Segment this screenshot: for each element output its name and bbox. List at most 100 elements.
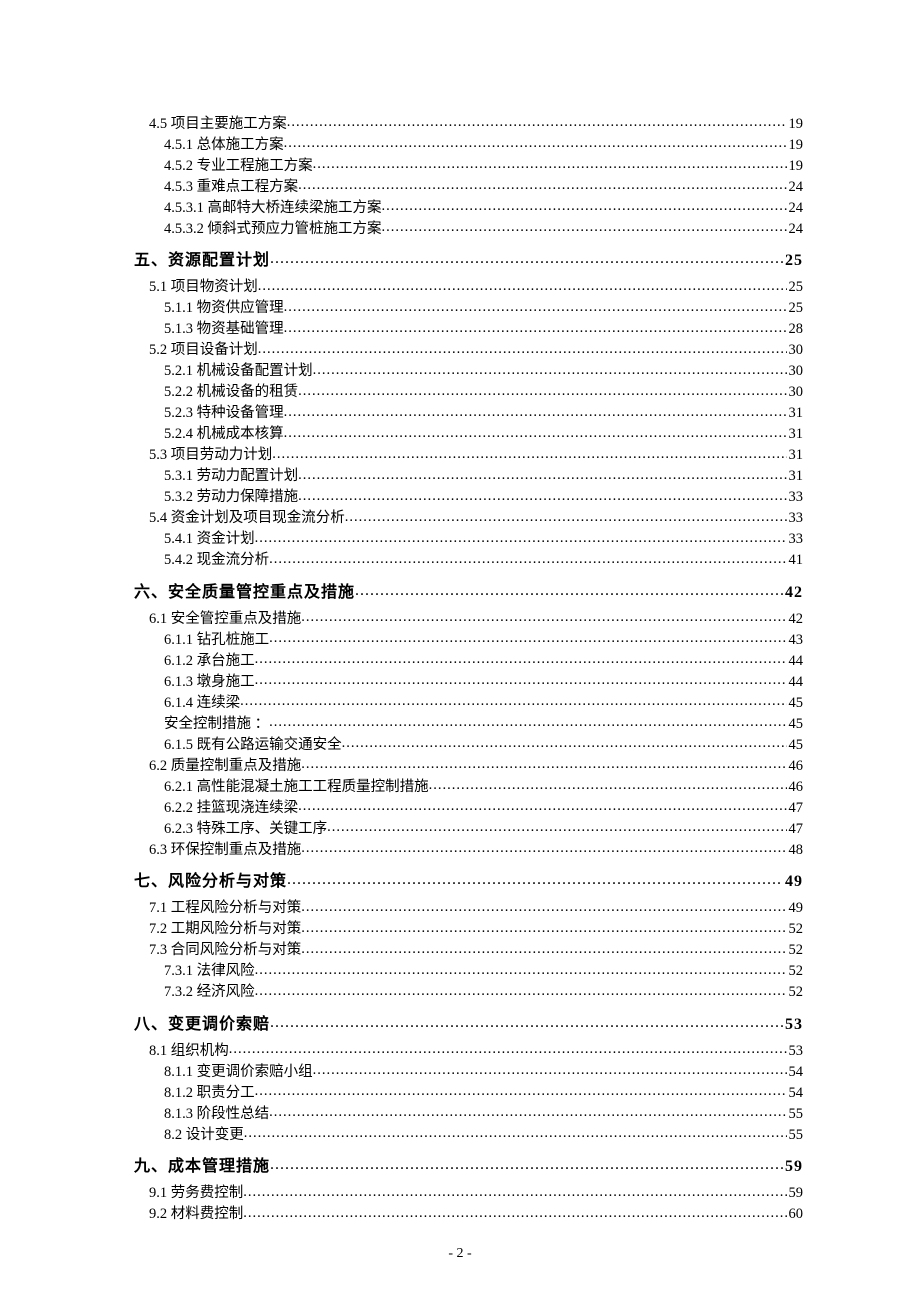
toc-entry-page: 46 [787,757,804,777]
toc-entry: 4.5.3 重难点工程方案24 [134,176,803,197]
toc-entry-page: 41 [787,551,804,571]
toc-entry-page: 52 [787,962,804,982]
toc-entry-page: 52 [787,920,804,940]
toc-entry-page: 31 [787,404,804,424]
toc-entry-title: 5.3.2 劳动力保障措施 [164,488,298,508]
toc-entry-title: 8.1.3 阶段性总结 [164,1105,269,1125]
toc-entry: 8.1.1 变更调价索赔小组54 [134,1061,803,1082]
toc-entry-page: 53 [783,1015,803,1035]
toc-entry-title: 4.5.3 重难点工程方案 [164,178,298,198]
toc-leader-dots [243,1204,786,1219]
toc-entry-title: 9.1 劳务费控制 [149,1184,243,1204]
toc-leader-dots [255,961,787,976]
table-of-contents: 4.5 项目主要施工方案194.5.1 总体施工方案194.5.2 专业工程施工… [134,113,803,1225]
toc-entry: 6.1.5 既有公路运输交通安全45 [134,734,803,755]
toc-leader-dots [298,466,786,481]
toc-entry-title: 7.3.2 经济风险 [164,983,255,1003]
toc-entry-title: 6.1.4 连续梁 [164,694,240,714]
toc-entry: 8.1 组织机构53 [134,1040,803,1061]
toc-entry-page: 44 [787,652,804,672]
toc-leader-dots [287,113,787,128]
toc-entry-title: 4.5 项目主要施工方案 [149,115,287,135]
toc-entry-title: 4.5.3.1 高邮特大桥连续梁施工方案 [164,199,382,219]
toc-entry: 5.2.1 机械设备配置计划30 [134,361,803,382]
toc-entry: 6.1.4 连续梁45 [134,692,803,713]
toc-entry-page: 44 [787,673,804,693]
toc-leader-dots [269,1103,786,1118]
toc-entry-page: 28 [787,320,804,340]
toc-entry: 5.3.2 劳动力保障措施 33 [134,487,803,508]
toc-entry-title: 9.2 材料费控制 [149,1205,243,1225]
toc-leader-dots [342,734,787,749]
toc-entry-title: 6.2.1 高性能混凝土施工工程质量控制措施 [164,778,429,798]
toc-leader-dots [255,650,787,665]
toc-leader-dots [429,776,787,791]
toc-entry-title: 8.2 设计变更 [164,1126,244,1146]
toc-entry: 八、变更调价索赔53 [134,1013,803,1035]
toc-entry-title: 七、风险分析与对策 [134,872,287,892]
toc-entry-page: 47 [787,820,804,840]
toc-entry: 4.5 项目主要施工方案19 [134,113,803,134]
toc-entry: 6.3 环保控制重点及措施48 [134,839,803,860]
toc-entry-page: 52 [787,941,804,961]
toc-entry-page: 24 [787,199,804,219]
toc-entry-page: 49 [787,899,804,919]
toc-entry-page: 54 [787,1084,804,1104]
toc-leader-dots [301,898,786,913]
toc-entry: 4.5.3.2 倾斜式预应力管桩施工方案 24 [134,218,803,239]
toc-entry: 4.5.3.1 高邮特大桥连续梁施工方案 24 [134,197,803,218]
toc-leader-dots [270,249,783,265]
toc-entry-page: 42 [787,610,804,630]
toc-entry: 7.3.2 经济风险52 [134,982,803,1003]
toc-leader-dots [255,982,787,997]
toc-entry: 9.2 材料费控制60 [134,1204,803,1225]
toc-leader-dots [313,155,787,170]
toc-entry-title: 安全控制措施 ： [164,715,269,735]
toc-entry-title: 8.1 组织机构 [149,1042,229,1062]
toc-entry: 6.1.1 钻孔桩施工 43 [134,629,803,650]
toc-entry: 4.5.2 专业工程施工方案19 [134,155,803,176]
toc-leader-dots [298,176,786,191]
toc-entry-page: 33 [787,488,804,508]
toc-leader-dots [345,508,787,523]
toc-leader-dots [382,218,787,233]
toc-entry: 5.4.2 现金流分析41 [134,550,803,571]
toc-entry-page: 42 [783,583,803,603]
toc-entry-title: 6.1.5 既有公路运输交通安全 [164,736,342,756]
page-number: - 2 - [0,1246,920,1262]
toc-entry-title: 7.3.1 法律风险 [164,962,255,982]
toc-entry: 5.2.2 机械设备的租赁30 [134,382,803,403]
toc-entry-page: 59 [783,1157,803,1177]
toc-entry: 6.1.2 承台施工 44 [134,650,803,671]
toc-entry: 8.2 设计变更55 [134,1124,803,1145]
toc-entry-title: 6.2 质量控制重点及措施 [149,757,301,777]
toc-entry: 6.2.3 特殊工序、关键工序 47 [134,818,803,839]
toc-leader-dots [284,424,787,439]
toc-leader-dots [298,797,786,812]
toc-entry-page: 45 [787,715,804,735]
toc-leader-dots [269,550,786,565]
toc-leader-dots [298,382,786,397]
toc-entry-page: 25 [783,251,803,271]
toc-entry-title: 6.1.2 承台施工 [164,652,255,672]
toc-leader-dots [270,1013,783,1029]
toc-leader-dots [243,1183,786,1198]
toc-entry-title: 6.2.2 挂篮现浇连续梁 [164,799,298,819]
toc-entry-page: 47 [787,799,804,819]
toc-entry-title: 4.5.3.2 倾斜式预应力管桩施工方案 [164,220,382,240]
toc-entry: 安全控制措施 ： 45 [134,713,803,734]
toc-entry-page: 24 [787,220,804,240]
toc-entry-page: 19 [787,136,804,156]
toc-entry-title: 6.1.1 钻孔桩施工 [164,631,269,651]
toc-entry-page: 49 [783,872,803,892]
toc-leader-dots [270,1155,783,1171]
toc-leader-dots [382,197,787,212]
toc-entry: 6.2.1 高性能混凝土施工工程质量控制措施46 [134,776,803,797]
toc-leader-dots [355,581,783,597]
toc-leader-dots [244,1124,787,1139]
toc-leader-dots [301,608,786,623]
toc-entry-page: 54 [787,1063,804,1083]
toc-entry: 5.3.1 劳动力配置计划31 [134,466,803,487]
toc-entry-page: 43 [787,631,804,651]
toc-leader-dots [298,487,786,502]
